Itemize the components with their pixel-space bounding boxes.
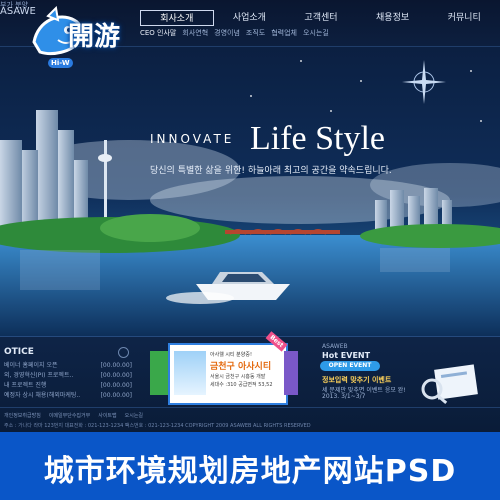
subnav-organization[interactable]: 조직도	[246, 28, 265, 38]
event-headline[interactable]: 정보입력 맞추기 이벤트	[322, 375, 391, 385]
sub-nav: CEO 인사말 회사연혁 경영이념 조직도 협력업체 오시는길	[140, 28, 329, 38]
hero-life-style: Life Style	[250, 120, 386, 157]
event-title: Hot EVENT	[322, 351, 371, 360]
footer-address: 주소 : 가나다 라마 123번지 대표전화 : 021-123-1234 팩스…	[4, 423, 311, 429]
banner-tab-left[interactable]	[150, 351, 168, 395]
promo-banner[interactable]: 아사웰 시티 분양중! 금천구 아사시티 서울시 금천구 시흥동 개발 세대수 …	[150, 331, 300, 405]
nav-company[interactable]: 회사소개	[140, 10, 214, 26]
event-label: ASAWEB	[322, 343, 348, 350]
subnav-partners[interactable]: 협력업체	[271, 28, 297, 38]
banner-building-image	[174, 351, 206, 395]
caption-banner: 城市环境规划房地产网站PSD	[0, 432, 500, 500]
footer: 개인정보취급방침 이메일무단수집거부 사이트맵 오시는길 주소 : 가나다 라마…	[0, 407, 500, 432]
list-item[interactable]: 외, 경영혁신(PI) 프로젝트.. [00.00.00]	[4, 371, 132, 381]
open-event-button[interactable]: OPEN EVENT	[320, 361, 380, 371]
logo-text: 開游	[68, 22, 121, 52]
list-item[interactable]: 예정자 상시 채용(해외마케팅.. [00.00.00]	[4, 391, 132, 401]
hero-innovate: INNOVATE	[150, 132, 235, 146]
bottom-panels: OTICE 베이너 홈페이지 오픈 [00.00.00] 외, 경영혁신(PI) …	[0, 331, 500, 432]
banner-line3: 서울시 금천구 시흥동 개발	[210, 374, 266, 380]
banner-tab-right[interactable]	[284, 351, 298, 395]
banner-card[interactable]: 아사웰 시티 분양중! 금천구 아사시티 서울시 금천구 시흥동 개발 세대수 …	[168, 343, 288, 405]
subnav-history[interactable]: 회사연혁	[182, 28, 208, 38]
banner-line1: 아사웰 시티 분양중!	[210, 352, 252, 358]
notice-title: OTICE	[4, 347, 34, 357]
website-mockup: 부가 분양 ASAWE 회사소개 사업소개 고객센터 채용정보 커뮤니티 CEO…	[0, 0, 500, 432]
footer-link-sitemap[interactable]: 사이트맵	[98, 412, 116, 419]
notice-list: 베이너 홈페이지 오픈 [00.00.00] 외, 경영혁신(PI) 프로젝트..…	[4, 361, 132, 401]
hero-tagline: 당신의 특별한 삶을 위한! 하늘아래 최고의 공간을 약속드립니다.	[150, 166, 392, 176]
compass-icon	[402, 60, 446, 104]
subnav-directions[interactable]: 오시는길	[303, 28, 329, 38]
event-document-icon	[421, 364, 478, 405]
subnav-ceo[interactable]: CEO 인사말	[140, 28, 176, 38]
event-date: 2013. 3/1~3/7	[322, 393, 366, 400]
footer-link-directions[interactable]: 오시는길	[125, 412, 143, 419]
main-nav: 회사소개 사업소개 고객센터 채용정보 커뮤니티	[140, 10, 500, 26]
footer-links: 개인정보취급방침 이메일무단수집거부 사이트맵 오시는길	[4, 412, 143, 419]
watermark-logo: 開游 Hi-W	[28, 5, 133, 68]
footer-link-privacy[interactable]: 개인정보취급방침	[4, 412, 41, 419]
banner-line2: 금천구 아사시티	[210, 362, 272, 372]
notice-more-icon[interactable]	[118, 347, 129, 358]
footer-link-email-policy[interactable]: 이메일무단수집거부	[49, 412, 90, 419]
nav-careers[interactable]: 채용정보	[357, 10, 429, 26]
nav-customer-center[interactable]: 고객센터	[285, 10, 357, 26]
nav-community[interactable]: 커뮤니티	[428, 10, 500, 26]
caption-text: 城市环境规划房地产网站PSD	[43, 454, 457, 489]
subnav-philosophy[interactable]: 경영이념	[214, 28, 240, 38]
list-item[interactable]: 베이너 홈페이지 오픈 [00.00.00]	[4, 361, 132, 371]
banner-line4: 세대수 :310 공급면적 53,52	[210, 382, 273, 388]
nav-business[interactable]: 사업소개	[214, 10, 286, 26]
logo-sub: Hi-W	[48, 58, 73, 68]
list-item[interactable]: 내 프로젝트 진행 [00.00.00]	[4, 381, 132, 391]
